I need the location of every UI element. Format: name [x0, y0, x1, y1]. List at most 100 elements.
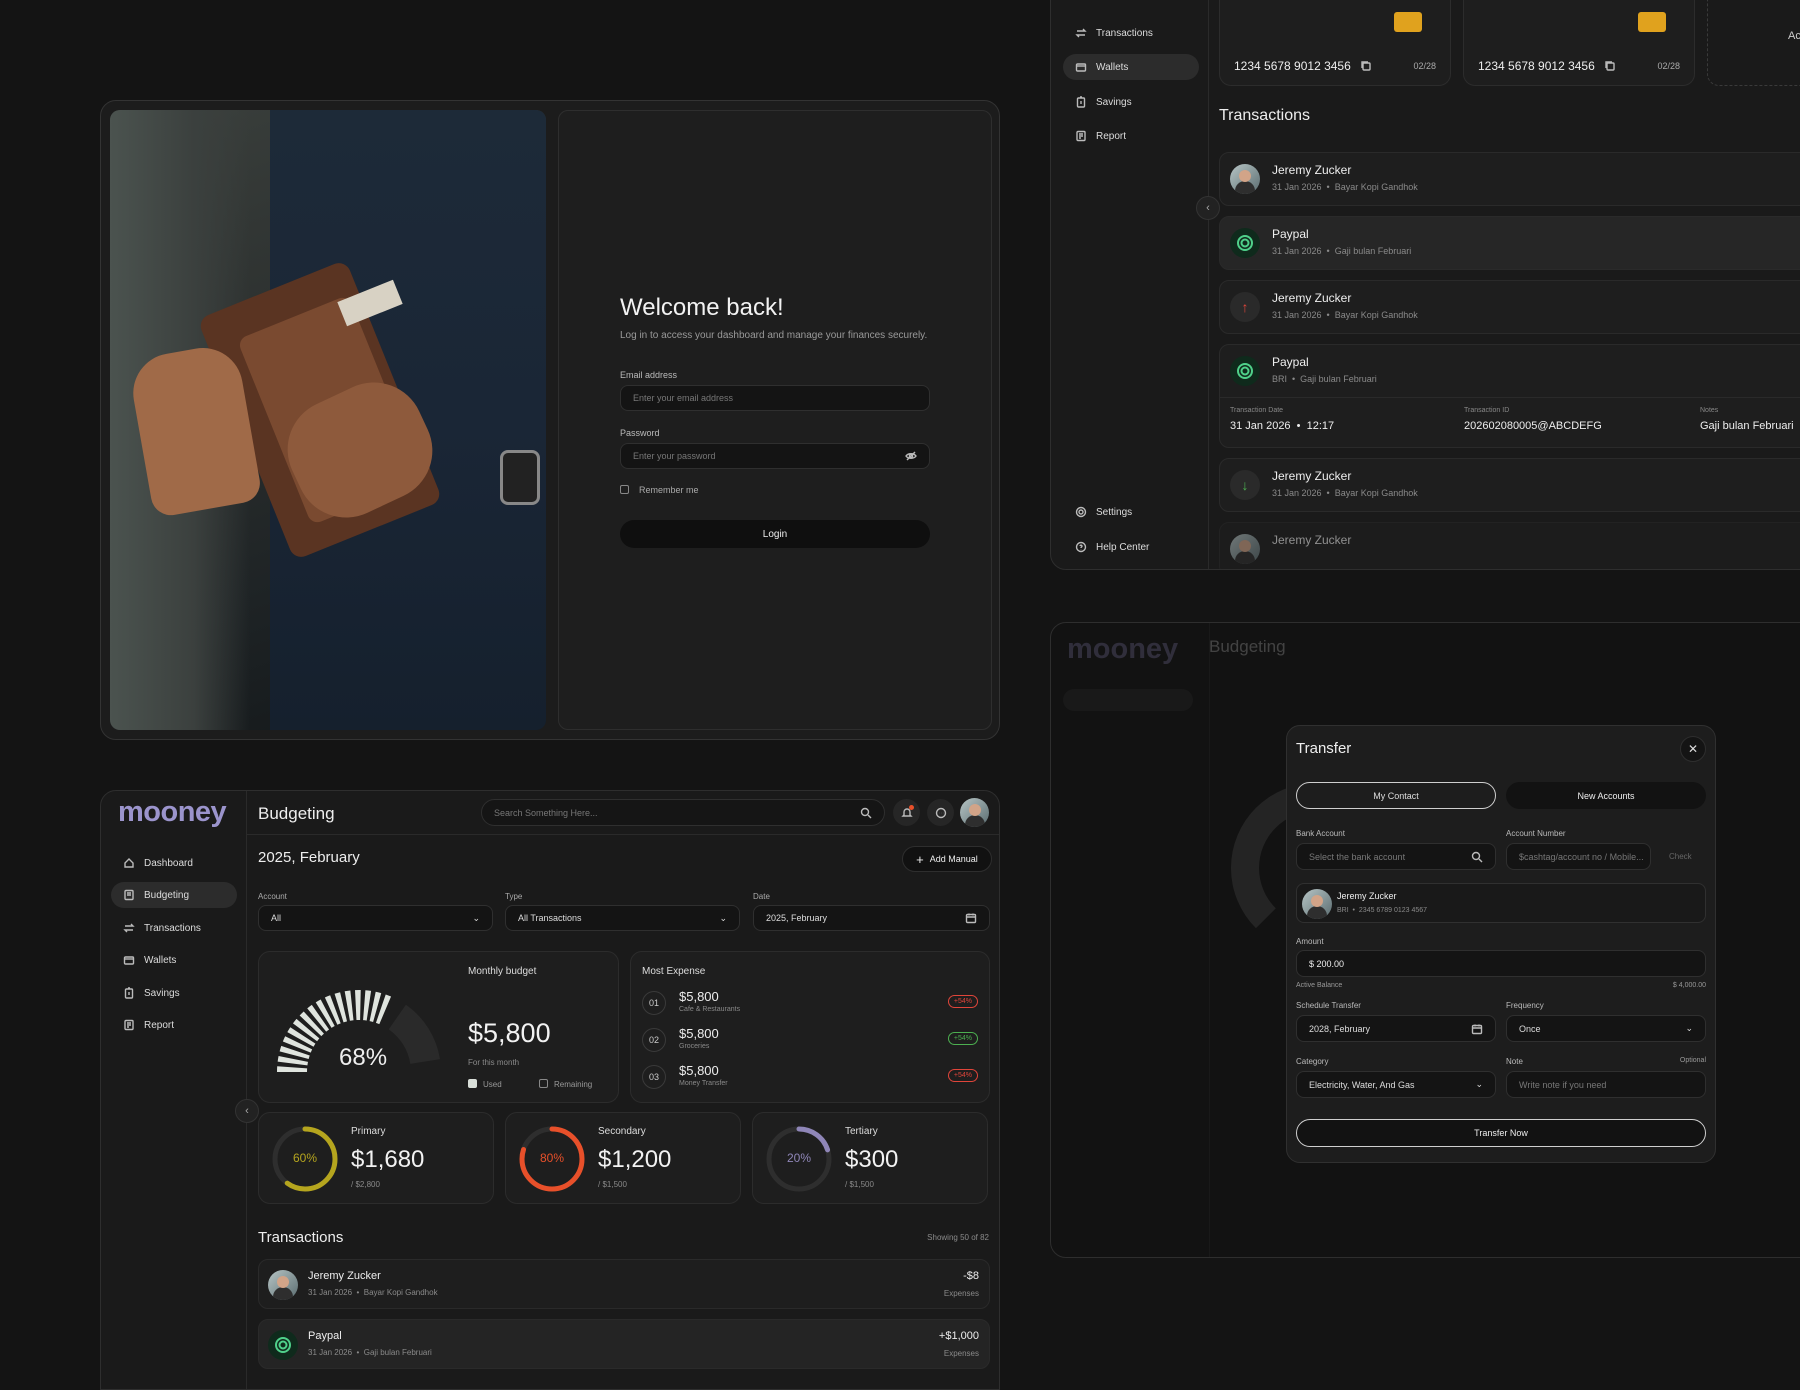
- copy-icon[interactable]: [1604, 60, 1616, 72]
- home-icon: [123, 857, 135, 869]
- rank-badge: 02: [642, 1028, 666, 1052]
- table-row[interactable]: Jeremy Zucker 31 Jan 2026 • Bayar Kopi G…: [258, 1259, 990, 1309]
- avatar: [1230, 534, 1260, 564]
- wallet-icon: [123, 954, 135, 966]
- search-input[interactable]: Search Something Here...: [481, 799, 885, 826]
- list-item[interactable]: ↓ Jeremy Zucker 31 Jan 2026 • Bayar Kopi…: [1219, 458, 1800, 512]
- bank-card[interactable]: 1234 5678 9012 3456 02/28: [1463, 0, 1695, 86]
- amount-field[interactable]: $ 200.00: [1296, 950, 1706, 977]
- bank-account-select[interactable]: Select the bank account: [1296, 843, 1496, 870]
- tier-name: Secondary: [598, 1126, 646, 1137]
- table-row[interactable]: Paypal 31 Jan 2026 • Gaji bulan Februari…: [258, 1319, 990, 1369]
- tx-type: Expenses: [943, 1289, 979, 1298]
- card-number: 1234 5678 9012 3456: [1234, 59, 1351, 73]
- nav-label: Settings: [1096, 506, 1133, 518]
- sidebar-item-settings[interactable]: Settings: [1063, 499, 1199, 525]
- most-expense-title: Most Expense: [642, 966, 706, 977]
- account-select[interactable]: All ⌄: [258, 905, 493, 931]
- tx-name: Jeremy Zucker: [1272, 469, 1352, 483]
- category-select[interactable]: Electricity, Water, And Gas ⌄: [1296, 1071, 1496, 1098]
- type-select[interactable]: All Transactions ⌄: [505, 905, 740, 931]
- user-avatar[interactable]: [960, 798, 989, 827]
- category-label: Category: [1296, 1057, 1329, 1066]
- sidebar-item-dashboard[interactable]: Dashboard: [111, 850, 237, 876]
- list-item[interactable]: Jeremy Zucker: [1219, 522, 1800, 569]
- sidebar-item-transactions[interactable]: Transactions: [1063, 20, 1199, 46]
- login-button[interactable]: Login: [620, 520, 930, 548]
- check-button[interactable]: Check: [1669, 852, 1692, 861]
- email-field[interactable]: Enter your email address: [620, 385, 930, 411]
- legend-used: Used: [483, 1080, 502, 1089]
- password-field[interactable]: Enter your password: [620, 443, 930, 469]
- budget-tx-title: Transactions: [258, 1229, 344, 1246]
- tab-new-accounts[interactable]: New Accounts: [1506, 782, 1706, 809]
- collapse-button[interactable]: ‹: [1196, 196, 1220, 220]
- logo[interactable]: mooney: [118, 796, 227, 829]
- sidebar-item-budgeting[interactable]: Budgeting: [111, 882, 237, 908]
- collapse-button[interactable]: ‹: [235, 1099, 259, 1123]
- monthly-budget-card: 68% Monthly budget $5,800 For this month…: [258, 951, 619, 1103]
- expanded-tx[interactable]: Paypal BRI • Gaji bulan Februari Transac…: [1219, 344, 1800, 448]
- expense-item[interactable]: 03 $5,800 Money Transfer +54%: [642, 1063, 978, 1095]
- bank-card[interactable]: 1234 5678 9012 3456 02/28: [1219, 0, 1451, 86]
- tx-type: Expenses: [943, 1349, 979, 1358]
- amount-label: Amount: [1296, 937, 1324, 946]
- note-input[interactable]: Write note if you need: [1506, 1071, 1706, 1098]
- gauge-used-segment: [363, 990, 372, 1021]
- tx-amount: +$1,000: [938, 1330, 979, 1342]
- transfer-now-button[interactable]: Transfer Now: [1296, 1119, 1706, 1147]
- sidebar-item-report[interactable]: Report: [1063, 123, 1199, 149]
- search-icon[interactable]: [860, 807, 872, 819]
- card-expiry: 02/28: [1657, 61, 1680, 71]
- tx-name: Paypal: [1272, 227, 1309, 241]
- tab-my-contact[interactable]: My Contact: [1296, 782, 1496, 809]
- close-button[interactable]: ✕: [1680, 736, 1706, 762]
- list-item[interactable]: Paypal 31 Jan 2026 • Gaji bulan Februari: [1219, 216, 1800, 270]
- chevron-down-icon: ⌄: [719, 912, 727, 923]
- wallets-sidebar: Transactions Wallets Savings Report Sett…: [1051, 0, 1209, 569]
- gauge-used-segment: [355, 990, 361, 1021]
- list-item[interactable]: Jeremy Zucker 31 Jan 2026 • Bayar Kopi G…: [1219, 152, 1800, 206]
- contact-card[interactable]: Jeremy Zucker BRI • 2345 6789 0123 4567: [1296, 883, 1706, 923]
- remember-checkbox[interactable]: [620, 485, 629, 494]
- sidebar-item-savings[interactable]: Savings: [111, 980, 237, 1006]
- add-manual-button[interactable]: + Add Manual: [902, 846, 992, 872]
- note-placeholder: Write note if you need: [1519, 1079, 1607, 1090]
- expense-item[interactable]: 02 $5,800 Groceries +54%: [642, 1026, 978, 1058]
- copy-icon[interactable]: [1360, 60, 1372, 72]
- nav-label: Report: [144, 1019, 175, 1031]
- eye-off-icon[interactable]: [905, 450, 917, 462]
- sidebar-item-wallets[interactable]: Wallets: [1063, 54, 1199, 80]
- note-label: Note: [1506, 1057, 1523, 1066]
- messages-button[interactable]: [927, 799, 954, 826]
- sidebar-item-savings[interactable]: Savings: [1063, 89, 1199, 115]
- account-number-input[interactable]: $cashtag/account no / Mobile...: [1506, 843, 1651, 870]
- calendar-icon: [965, 912, 977, 924]
- schedule-date-field[interactable]: 2028, February: [1296, 1015, 1496, 1042]
- budget-icon: [123, 889, 135, 901]
- transfer-modal: Transfer ✕ My Contact New Accounts Bank …: [1286, 725, 1716, 1163]
- expense-amount: $5,800: [679, 1026, 719, 1041]
- close-icon: ✕: [1687, 742, 1699, 756]
- select-value: All: [271, 913, 282, 923]
- add-card-placeholder[interactable]: Ac: [1707, 0, 1800, 86]
- expense-item[interactable]: 01 $5,800 Cafe & Restaurants +54%: [642, 989, 978, 1021]
- sidebar-item-transactions[interactable]: Transactions: [111, 915, 237, 941]
- sidebar-item-help[interactable]: Help Center: [1063, 534, 1199, 560]
- frequency-select[interactable]: Once ⌄: [1506, 1015, 1706, 1042]
- change-badge: +54%: [947, 1032, 978, 1045]
- rank-badge: 03: [642, 1065, 666, 1089]
- chip-icon: [1638, 12, 1666, 32]
- date-select[interactable]: 2025, February: [753, 905, 990, 931]
- detail-label: Transaction Date: [1230, 407, 1284, 414]
- notification-button[interactable]: [893, 799, 920, 826]
- login-panel: Welcome back! Log in to access your dash…: [558, 110, 992, 730]
- tier-amount: $300: [845, 1146, 899, 1173]
- tier-amount: $1,680: [351, 1146, 425, 1173]
- paypal-icon: [1230, 356, 1260, 386]
- sidebar-item-wallets[interactable]: Wallets: [111, 947, 237, 973]
- contact-name: Jeremy Zucker: [1337, 891, 1397, 901]
- sidebar-item-report[interactable]: Report: [111, 1012, 237, 1038]
- list-item[interactable]: ↑ Jeremy Zucker 31 Jan 2026 • Bayar Kopi…: [1219, 280, 1800, 334]
- paypal-icon: [268, 1330, 298, 1360]
